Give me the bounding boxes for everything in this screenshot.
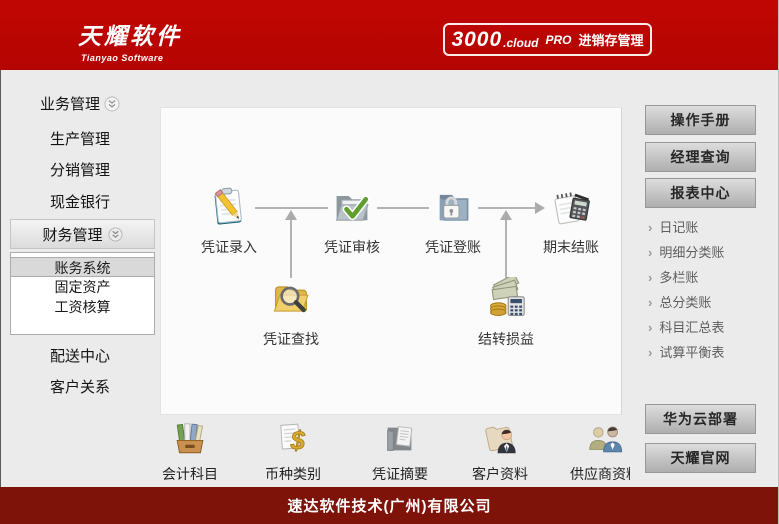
quick-item-customer-info[interactable]: 客户资料 (452, 420, 548, 480)
sidebar-item-production[interactable]: 生产管理 (0, 130, 160, 150)
flow-step-period-end-closing[interactable]: 期末结账 (526, 185, 616, 257)
profit-carryover-icon (484, 277, 528, 321)
quick-item-account-subjects[interactable]: 会计科目 (160, 420, 238, 480)
quick-access-row: 会计科目 $ 币种类别 凭证摘要 (160, 420, 630, 480)
svg-text:$: $ (290, 427, 306, 455)
voucher-summary-icon (381, 420, 419, 458)
submenu-item-accounting-system[interactable]: 账务系统 (11, 257, 154, 277)
link-journal[interactable]: › 日记账 (648, 215, 773, 240)
sidebar-item-label: 生产管理 (50, 131, 110, 148)
chevron-right-icon: › (648, 270, 652, 285)
flow-step-voucher-search[interactable]: 凭证查找 (246, 277, 336, 349)
flow-step-label: 凭证登账 (408, 237, 498, 257)
chevron-double-down-icon (108, 226, 123, 243)
supplier-info-icon (586, 420, 624, 458)
link-trial-balance[interactable]: › 试算平衡表 (648, 340, 773, 365)
flow-step-voucher-audit[interactable]: 凭证审核 (307, 185, 397, 257)
finance-submenu: 账务系统 固定资产 工资核算 (10, 252, 155, 335)
product-number: 3000 (451, 28, 502, 52)
flow-step-label: 凭证审核 (307, 237, 397, 257)
link-label: 多栏账 (659, 270, 698, 285)
sidebar-item-finance-selected[interactable]: 财务管理 (10, 219, 155, 249)
quick-item-voucher-summary[interactable]: 凭证摘要 (352, 420, 448, 480)
submenu-item-fixed-assets[interactable]: 固定资产 (11, 277, 154, 297)
brand-subtitle: Tianyao Software (78, 53, 182, 63)
link-label: 科目汇总表 (659, 320, 724, 335)
link-label: 日记账 (659, 220, 698, 235)
sidebar-item-label: 财务管理 (42, 224, 102, 245)
app-window: 天耀软件 Tianyao Software 3000 .cloud PRO 进销… (0, 0, 779, 524)
account-subjects-icon (171, 420, 209, 458)
chevron-right-icon: › (648, 345, 652, 360)
brand-logo: 天耀软件 Tianyao Software (78, 17, 182, 63)
sidebar-item-label: 配送中心 (50, 348, 110, 365)
flow-step-voucher-posting[interactable]: 凭证登账 (408, 185, 498, 257)
link-label: 明细分类账 (659, 245, 724, 260)
quick-item-label: 会计科目 (160, 464, 238, 480)
huawei-cloud-button[interactable]: 华为云部署 (645, 404, 756, 434)
voucher-entry-icon (207, 185, 251, 229)
product-cloud: .cloud (503, 36, 538, 50)
sidebar-item-delivery[interactable]: 配送中心 (0, 347, 160, 367)
flow-step-label: 凭证录入 (184, 237, 274, 257)
chevron-right-icon: › (648, 320, 652, 335)
chevron-right-icon: › (648, 220, 652, 235)
link-general-ledger[interactable]: › 总分类账 (648, 290, 773, 315)
flow-step-voucher-entry[interactable]: 凭证录入 (184, 185, 274, 257)
link-label: 试算平衡表 (659, 345, 724, 360)
flow-step-profit-carryover[interactable]: 结转损益 (461, 277, 551, 349)
company-name: 速达软件技术(广州)有限公司 (288, 495, 492, 516)
link-subsidiary-ledger[interactable]: › 明细分类账 (648, 240, 773, 265)
link-subject-summary[interactable]: › 科目汇总表 (648, 315, 773, 340)
product-badge: 3000 .cloud PRO 进销存管理 (443, 23, 652, 56)
product-name: 进销存管理 (579, 30, 644, 49)
manual-button[interactable]: 操作手册 (645, 105, 756, 135)
quick-item-label: 凭证摘要 (352, 464, 448, 480)
voucher-posting-icon (431, 185, 475, 229)
voucher-search-icon (269, 277, 313, 321)
customer-info-icon (481, 420, 519, 458)
chevron-right-icon: › (648, 295, 652, 310)
link-multi-column-ledger[interactable]: › 多栏账 (648, 265, 773, 290)
sidebar-item-business[interactable]: 业务管理 (0, 95, 160, 115)
currency-types-icon: $ (274, 420, 312, 458)
workflow-panel: 凭证录入 凭证审核 凭证登账 (160, 107, 622, 415)
sidebar-item-label: 现金银行 (50, 194, 110, 211)
submenu-item-payroll[interactable]: 工资核算 (11, 297, 154, 317)
quick-item-label: 币种类别 (245, 464, 341, 480)
official-site-button[interactable]: 天耀官网 (645, 443, 756, 473)
quick-item-currency-types[interactable]: $ 币种类别 (245, 420, 341, 480)
chevron-down-circle-icon (104, 99, 120, 116)
manager-query-button[interactable]: 经理查询 (645, 142, 756, 172)
sidebar-item-label: 分销管理 (50, 162, 110, 179)
flow-step-label: 期末结账 (526, 237, 616, 257)
header-bar: 天耀软件 Tianyao Software 3000 .cloud PRO 进销… (0, 0, 779, 70)
product-pro: PRO (546, 33, 572, 47)
flow-step-label: 结转损益 (461, 329, 551, 349)
sidebar-item-cash-bank[interactable]: 现金银行 (0, 193, 160, 213)
quick-item-supplier-info[interactable]: 供应商资料 (557, 420, 630, 480)
quick-item-label: 客户资料 (452, 464, 548, 480)
flow-connectors (161, 108, 621, 414)
sidebar-item-label: 业务管理 (40, 96, 100, 113)
sidebar-item-crm[interactable]: 客户关系 (0, 378, 160, 398)
flow-step-label: 凭证查找 (246, 329, 336, 349)
brand-title: 天耀软件 (78, 17, 182, 51)
link-label: 总分类账 (659, 295, 711, 310)
sidebar-item-label: 客户关系 (50, 379, 110, 396)
quick-item-label: 供应商资料 (557, 464, 630, 480)
sidebar-item-distribution[interactable]: 分销管理 (0, 161, 160, 181)
chevron-right-icon: › (648, 245, 652, 260)
voucher-audit-icon (330, 185, 374, 229)
report-center-button[interactable]: 报表中心 (645, 178, 756, 208)
period-end-closing-icon (549, 185, 593, 229)
footer-bar: 速达软件技术(广州)有限公司 (0, 487, 779, 524)
